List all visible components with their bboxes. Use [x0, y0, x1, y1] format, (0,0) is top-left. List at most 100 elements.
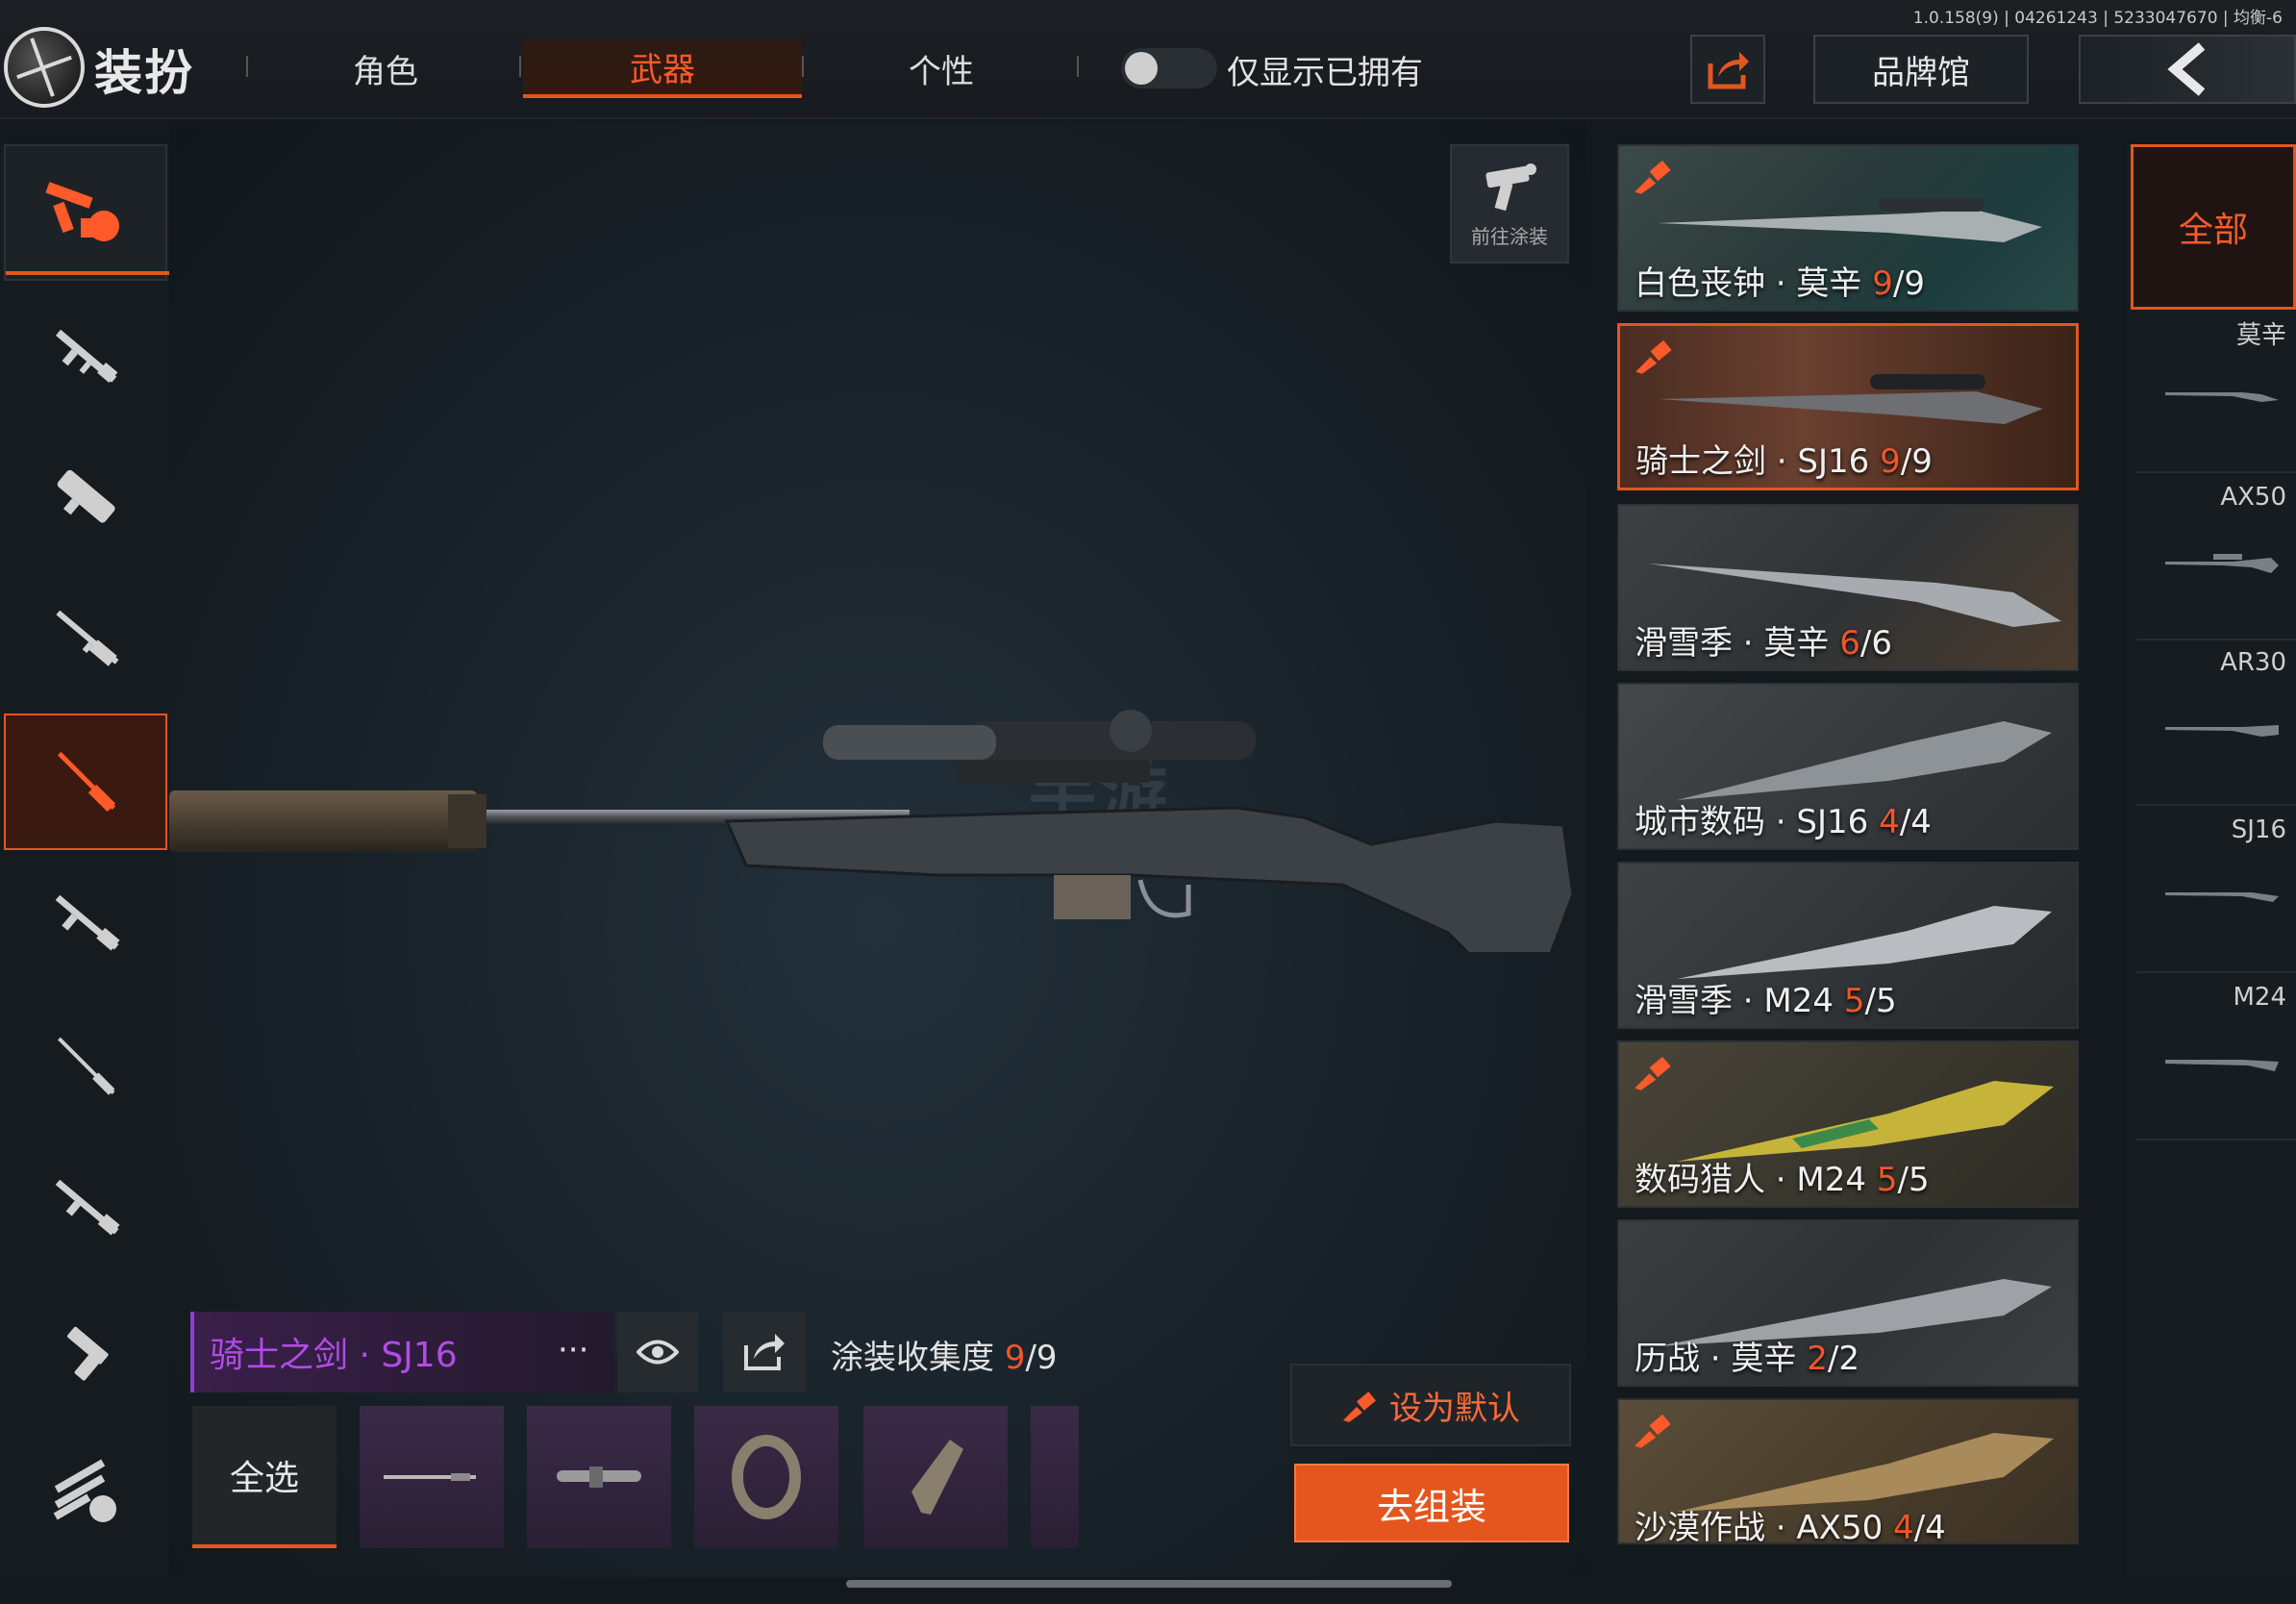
category-sniper-rifle[interactable] — [4, 714, 167, 850]
skin-weapon-render — [1658, 198, 2042, 242]
share-skin-button[interactable] — [723, 1312, 806, 1392]
weapon-category-sidebar — [0, 144, 169, 1577]
skin-weapon-render — [1677, 1081, 2054, 1162]
skin-card-owned: 5 — [1876, 1161, 1898, 1199]
skin-card-label: 历战 · 莫辛 2/2 — [1635, 1332, 1859, 1379]
tab-weapon[interactable]: 武器 — [523, 38, 802, 98]
part-slot-scope[interactable] — [527, 1406, 671, 1548]
collection-owned: 9 — [1004, 1339, 1026, 1377]
weapon-model — [169, 710, 1575, 952]
skin-card-owned: 9 — [1872, 264, 1893, 303]
skin-card-total: /2 — [1827, 1340, 1859, 1378]
skin-card-owned: 5 — [1843, 982, 1865, 1020]
skin-card[interactable]: 白色丧钟 · 莫辛 9/9 — [1617, 144, 2079, 312]
skin-card-owned: 4 — [1893, 1509, 1914, 1544]
marksman-rifle-icon — [55, 894, 120, 951]
tab-personality[interactable]: 个性 — [802, 38, 1081, 98]
skin-card-selected[interactable]: 骑士之剑 · SJ16 9/9 — [1617, 323, 2079, 490]
skin-card-name: 城市数码 · SJ16 — [1635, 803, 1880, 841]
tab-separator — [246, 56, 248, 77]
version-info: 1.0.158(9) | 04261243 | 5233047670 | 均衡-… — [1912, 9, 2283, 28]
filter-weapon-name: SJ16 — [2231, 815, 2286, 844]
skin-card-total: /5 — [1897, 1161, 1930, 1199]
top-bar: 1.0.158(9) | 04261243 | 5233047670 | 均衡-… — [0, 0, 2296, 119]
barrel-part-icon — [384, 1473, 476, 1481]
category-assault-rifle[interactable] — [4, 288, 167, 425]
active-underline — [6, 271, 169, 275]
share-icon — [1708, 52, 1749, 89]
melee-weapons-icon — [53, 1459, 116, 1522]
filter-weapon-name: AX50 — [2220, 483, 2286, 512]
category-all-weapons[interactable] — [4, 144, 169, 281]
skin-card[interactable]: 数码猎人 · M24 5/5 — [1617, 1040, 2079, 1208]
shotgun-icon — [56, 610, 119, 666]
rifle-silhouette-icon — [2165, 1060, 2279, 1071]
skin-weapon-render — [1677, 721, 2052, 800]
tab-separator — [1077, 56, 1079, 77]
eye-icon — [636, 1340, 679, 1365]
skin-card[interactable]: 滑雪季 · M24 5/5 — [1617, 862, 2079, 1029]
skin-card[interactable]: 沙漠作战 · AX50 4/4 — [1617, 1398, 2079, 1544]
skin-card-label: 滑雪季 · M24 5/5 — [1635, 974, 1897, 1021]
skin-card-label: 数码猎人 · M24 5/5 — [1635, 1153, 1930, 1200]
skin-card-owned: 2 — [1807, 1340, 1828, 1378]
category-smg[interactable] — [4, 429, 167, 565]
smg-icon — [57, 469, 115, 523]
part-slot-muzzle[interactable] — [694, 1406, 838, 1548]
more-options-button[interactable]: ··· — [558, 1331, 588, 1369]
assault-rifle-icon — [55, 329, 118, 383]
category-pistol[interactable] — [4, 1283, 167, 1419]
filter-weapon-name: M24 — [2233, 983, 2286, 1012]
skin-card-name: 骑士之剑 · SJ16 — [1635, 442, 1881, 481]
filter-weapon-item[interactable]: AX50 — [2136, 477, 2296, 640]
select-all-button[interactable]: 全选 — [192, 1406, 337, 1548]
skin-card[interactable]: 城市数码 · SJ16 4/4 — [1617, 683, 2079, 850]
skin-card-owned: 9 — [1880, 442, 1901, 481]
lmg-icon — [55, 1179, 120, 1236]
skin-card-label: 滑雪季 · 莫辛 6/6 — [1635, 616, 1892, 664]
category-lmg[interactable] — [4, 1140, 167, 1277]
category-melee[interactable] — [4, 1423, 167, 1560]
skin-card[interactable]: 滑雪季 · 莫辛 6/6 — [1617, 504, 2079, 671]
skin-card-name: 滑雪季 · M24 — [1635, 982, 1844, 1020]
brush-icon — [1635, 339, 1672, 374]
filter-all-button[interactable]: 全部 — [2131, 144, 2296, 310]
scope-part-icon — [557, 1466, 641, 1488]
rifle-icon — [58, 1037, 115, 1095]
category-shotgun[interactable] — [4, 571, 167, 708]
part-slot-stock[interactable] — [863, 1406, 1008, 1548]
globe-icon — [4, 27, 85, 108]
category-rifle[interactable] — [4, 998, 167, 1135]
category-marksman-rifle[interactable] — [4, 856, 167, 992]
go-assemble-button[interactable]: 去组装 — [1294, 1464, 1569, 1542]
tab-character[interactable]: 角色 — [246, 38, 525, 98]
brush-icon — [1635, 1056, 1671, 1090]
skin-list: 白色丧钟 · 莫辛 9/9 骑士之剑 · SJ16 9/9 滑雪季 · 莫辛 6… — [1617, 144, 2081, 1544]
weapons-collection-icon — [45, 182, 119, 241]
share-button[interactable] — [1690, 35, 1765, 104]
filter-weapon-item[interactable]: AR30 — [2136, 642, 2296, 806]
filter-weapon-item[interactable]: 莫辛 — [2136, 310, 2296, 473]
preview-toggle-button[interactable] — [617, 1312, 698, 1392]
set-default-button[interactable]: 设为默认 — [1290, 1364, 1571, 1446]
brand-hall-button[interactable]: 品牌馆 — [1813, 35, 2029, 104]
rifle-silhouette-icon — [2165, 392, 2279, 402]
go-paint-button[interactable]: 前往涂装 — [1450, 144, 1569, 263]
back-button[interactable] — [2079, 35, 2296, 104]
part-slot-barrel[interactable] — [360, 1406, 504, 1548]
skin-card-total: /4 — [1899, 803, 1932, 841]
muzzle-part-icon — [732, 1435, 801, 1519]
filter-weapon-item[interactable]: SJ16 — [2136, 810, 2296, 973]
owned-only-toggle[interactable] — [1121, 48, 1217, 88]
chevron-left-icon — [2167, 42, 2206, 96]
tab-separator — [519, 56, 521, 77]
rifle-silhouette-icon — [2165, 892, 2279, 902]
skin-card-label: 骑士之剑 · SJ16 9/9 — [1635, 435, 1933, 482]
part-slot-more[interactable] — [1031, 1406, 1079, 1548]
skin-card-total: /6 — [1859, 624, 1892, 663]
skin-card-owned: 6 — [1839, 624, 1860, 663]
collection-label: 涂装收集度 — [831, 1339, 994, 1377]
skin-card[interactable]: 历战 · 莫辛 2/2 — [1617, 1219, 2079, 1387]
filter-weapon-item[interactable]: M24 — [2136, 977, 2296, 1140]
skin-card-total: /9 — [1892, 264, 1925, 303]
